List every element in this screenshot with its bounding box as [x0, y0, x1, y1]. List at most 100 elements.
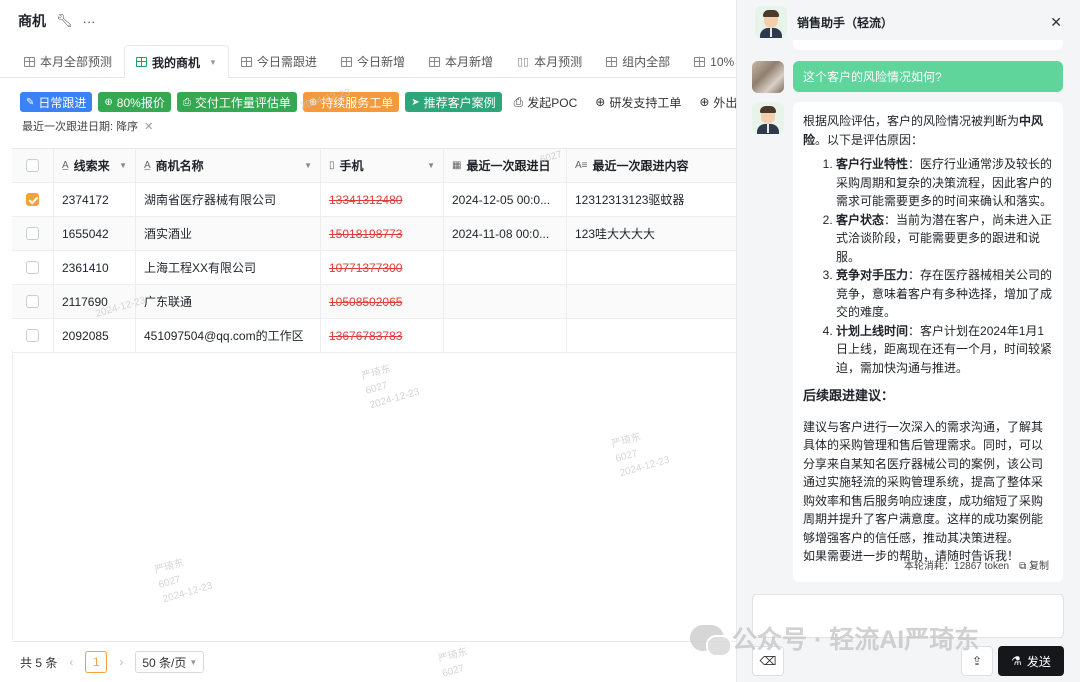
cell-name: 湖南省医疗器械有限公司	[136, 183, 321, 216]
table-row[interactable]: 1655042 酒实酒业 15018198773 2024-11-08 00:0…	[12, 217, 742, 251]
brand-watermark-text: 公众号 · 轻流AI严琦东	[732, 626, 980, 654]
tab-my-opportunities[interactable]: 我的商机 ▼	[124, 45, 229, 78]
quote-80-button[interactable]: ⊕ 80%报价	[98, 92, 171, 112]
plus-circle-icon: ⊕	[104, 96, 113, 108]
row-checkbox[interactable]	[12, 319, 54, 352]
col-lead-source[interactable]: A̲ 线索来 ▼	[54, 149, 136, 182]
send-icon: ➤	[411, 96, 420, 108]
wrench-icon[interactable]: 🔧︎	[56, 13, 73, 29]
daily-followup-button[interactable]: ✎ 日常跟进	[20, 92, 93, 112]
service-ticket-button[interactable]: ⊕ 持续服务工单	[302, 92, 400, 112]
tab-group-all[interactable]: 组内全部	[594, 45, 682, 77]
col-phone[interactable]: ▯ 手机 ▼	[321, 149, 444, 182]
rnd-support-button[interactable]: ⊕ 研发支持工单	[589, 94, 687, 111]
button-label: 日常跟进	[38, 95, 87, 110]
close-icon[interactable]: ✕	[1050, 14, 1062, 31]
send-button[interactable]: ⚗ 发送	[998, 646, 1064, 676]
list-item: 客户状态：当前为潜在客户，尚未进入正式洽谈阶段，可能需要更多的跟进和说服。	[836, 211, 1053, 267]
row-checkbox[interactable]	[12, 251, 54, 284]
deliver-estimate-button[interactable]: ⎙ 交付工作量评估单	[176, 92, 297, 112]
copy-label: 复制	[1029, 560, 1049, 572]
pagination: 共 5 条 ‹ 1 › 50 条/页 ▼	[12, 641, 736, 682]
assistant-avatar	[752, 102, 784, 134]
panel-header: 销售助手（轻流） ✕	[737, 0, 1080, 44]
table-row[interactable]: 2361410 上海工程XX有限公司 10771377300	[12, 251, 742, 285]
col-label: 线索来	[73, 159, 110, 173]
sort-chip[interactable]: 最近一次跟进日期: 降序 ✕	[22, 118, 736, 134]
plus-circle-icon: ⊕	[308, 96, 318, 108]
app-header: 商机 🔧︎ ···	[0, 0, 736, 42]
next-page-icon[interactable]: ›	[119, 655, 123, 669]
tab-month-forecast[interactable]: ▯▯ 本月预测	[505, 45, 594, 77]
followup-text: 建议与客户进行一次深入的需求沟通，了解其具体的采购管理和售后管理需求。同时，可以…	[803, 419, 1044, 545]
prev-page-icon[interactable]: ‹	[69, 655, 73, 669]
user-message: 这个客户的风险情况如何?	[793, 61, 1063, 92]
cell-phone: 13676783783	[321, 319, 444, 352]
table-row[interactable]: 2092085 451097504@qq.com的工作区 13676783783	[12, 319, 742, 353]
action-toolbar: ✎ 日常跟进 ⊕ 80%报价 ⎙ 交付工作量评估单 ⊕ 持续服务工单 ➤ 推荐客户案例 ⎙…	[0, 78, 736, 112]
recommend-case-button[interactable]: ➤ 推荐客户案例	[405, 92, 502, 112]
tab-month-new[interactable]: 本月新增	[417, 45, 505, 77]
button-label: 外出访问	[713, 95, 736, 110]
grid-icon	[136, 57, 148, 67]
button-label: 研发支持工单	[609, 95, 682, 110]
edit-icon: ✎	[26, 96, 35, 108]
printer-icon: ⎙	[513, 94, 524, 109]
send-label: 发送	[1026, 654, 1051, 669]
answer-intro-text: 根据风险评估，客户的风险情况被判断为	[803, 114, 1020, 128]
cell-content	[567, 285, 742, 318]
assistant-message: 根据风险评估，客户的风险情况被判断为中风险。以下是评估原因： 客户行业特性：医疗…	[793, 102, 1063, 582]
cell-date: 2024-12-05 00:0...	[444, 183, 567, 216]
phone-value: 13676783783	[329, 328, 403, 343]
chevron-down-icon[interactable]: ▼	[209, 58, 217, 67]
tab-month-all-forecast[interactable]: 本月全部预测	[12, 45, 124, 77]
cell-lead-id: 2361410	[54, 251, 136, 284]
col-opportunity-name[interactable]: A̲ 商机名称 ▼	[136, 149, 321, 182]
flask-icon: ⚗	[1011, 654, 1022, 668]
list-item: 竞争对手压力：存在医疗器械相关公司的竞争，意味着客户有多种选择，增加了成交的难度…	[836, 266, 1053, 322]
copy-button[interactable]: ⧉ 复制	[1019, 558, 1049, 577]
col-last-followup-date[interactable]: ▦ 最近一次跟进日	[444, 149, 567, 182]
chevron-down-icon[interactable]: ▼	[427, 161, 435, 170]
table-row[interactable]: 2374172 湖南省医疗器械有限公司 13341312480 2024-12-…	[12, 183, 742, 217]
col-last-followup-content[interactable]: A≡ 最近一次跟进内容	[567, 149, 742, 182]
page-number-button[interactable]: 1	[85, 651, 108, 673]
tab-today-followup[interactable]: 今日需跟进	[229, 45, 329, 77]
table-header: A̲ 线索来 ▼ A̲ 商机名称 ▼ ▯ 手机 ▼ ▦ 最近一次跟进日 A≡ 最近一次跟进内容	[12, 149, 742, 183]
page-size-value: 50 条/页	[142, 655, 187, 670]
page-size-select[interactable]: 50 条/页 ▼	[135, 651, 205, 673]
cell-phone: 13341312480	[321, 183, 444, 216]
token-usage: 本轮消耗：12867 token	[904, 560, 1010, 572]
cell-date	[444, 251, 567, 284]
cell-date	[444, 319, 567, 352]
tab-today-new[interactable]: 今日新增	[329, 45, 417, 77]
chevron-down-icon[interactable]: ▼	[304, 161, 312, 170]
broom-icon: ⌫	[759, 654, 777, 668]
text-icon: A̲	[144, 160, 151, 171]
table-row[interactable]: 2117690 广东联通 10508502065	[12, 285, 742, 319]
grid-icon	[340, 56, 352, 67]
tab-label: 我的商机	[152, 55, 201, 70]
tab-10-percent[interactable]: 10%	[682, 45, 736, 77]
select-all-checkbox[interactable]	[12, 149, 54, 182]
more-icon[interactable]: ···	[83, 14, 96, 29]
cell-date	[444, 285, 567, 318]
chevron-down-icon[interactable]: ▼	[119, 161, 127, 170]
col-label: 商机名称	[155, 159, 204, 173]
close-icon[interactable]: ✕	[144, 120, 153, 133]
row-checkbox[interactable]	[12, 183, 54, 216]
opportunity-table: A̲ 线索来 ▼ A̲ 商机名称 ▼ ▯ 手机 ▼ ▦ 最近一次跟进日 A≡ 最近一次跟进内容 …	[12, 148, 742, 353]
paragraph-icon: A≡	[575, 160, 588, 171]
cell-lead-id: 2092085	[54, 319, 136, 352]
button-label: 持续服务工单	[321, 95, 394, 110]
field-visit-button[interactable]: ⊕外出访问	[693, 94, 736, 111]
wechat-icon	[690, 625, 732, 657]
answer-intro: 根据风险评估，客户的风险情况被判断为中风险。以下是评估原因：	[803, 112, 1053, 149]
table-empty-area	[12, 350, 736, 640]
grid-icon	[694, 56, 706, 67]
brand-watermark: 公众号 · 轻流AI严琦东	[690, 620, 980, 657]
row-checkbox[interactable]	[12, 217, 54, 250]
row-checkbox[interactable]	[12, 285, 54, 318]
start-poc-button[interactable]: ⎙ 发起POC	[508, 94, 584, 111]
message-footer: 本轮消耗：12867 token ⧉ 复制	[904, 558, 1049, 577]
